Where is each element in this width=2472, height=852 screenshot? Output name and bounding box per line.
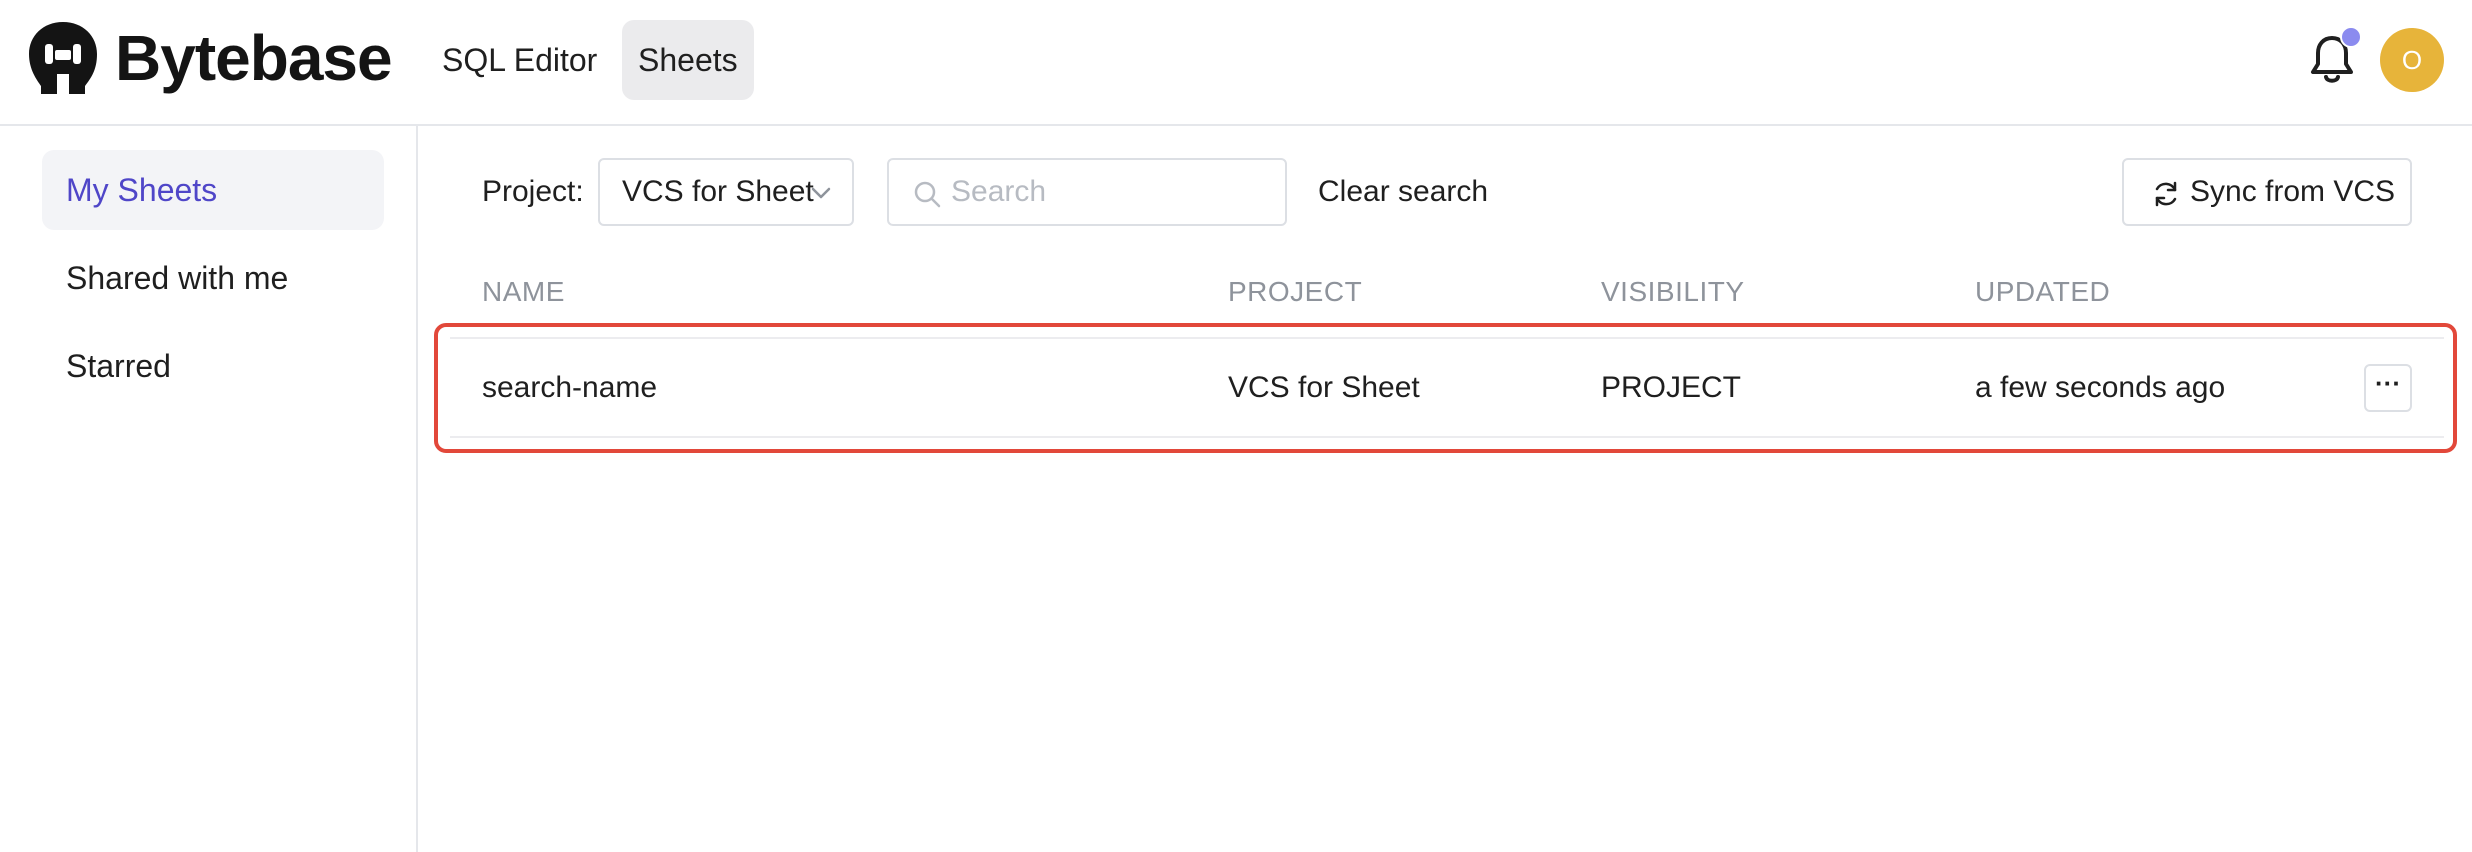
project-label: Project: xyxy=(482,175,584,208)
search-input[interactable] xyxy=(951,168,1271,216)
bytebase-logo-icon xyxy=(25,20,101,96)
sidebar-item-starred[interactable]: Starred xyxy=(42,326,384,406)
project-select-value: VCS for Sheet xyxy=(622,175,814,208)
row-project-cell: VCS for Sheet xyxy=(1228,371,1420,404)
column-header-visibility[interactable]: VISIBILITY xyxy=(1601,272,1745,312)
avatar[interactable]: O xyxy=(2380,28,2444,92)
search-icon xyxy=(914,181,941,208)
tab-sheets[interactable]: Sheets xyxy=(622,20,754,100)
search-field[interactable] xyxy=(887,158,1287,226)
top-bar: Bytebase SQL Editor Sheets O xyxy=(0,0,2472,126)
tab-sql-editor[interactable]: SQL Editor xyxy=(426,20,613,100)
column-header-updated[interactable]: UPDATED xyxy=(1975,272,2110,312)
brand-name: Bytebase xyxy=(115,22,393,94)
refresh-icon xyxy=(2155,181,2177,207)
clear-search-button[interactable]: Clear search xyxy=(1318,160,1488,224)
chevron-down-icon xyxy=(811,187,831,199)
project-select[interactable]: VCS for Sheet xyxy=(598,158,854,226)
sync-button-label: Sync from VCS xyxy=(2190,175,2396,208)
row-more-actions-button[interactable]: ··· xyxy=(2364,364,2412,412)
sidebar-item-my-sheets[interactable]: My Sheets xyxy=(42,150,384,230)
sidebar-item-shared-with-me[interactable]: Shared with me xyxy=(42,238,384,318)
sync-from-vcs-button[interactable]: Sync from VCS xyxy=(2122,158,2412,226)
brand-logo[interactable]: Bytebase xyxy=(25,20,393,96)
row-name-cell[interactable]: search-name xyxy=(482,366,657,410)
row-visibility-cell: PROJECT xyxy=(1601,371,1742,404)
column-header-project[interactable]: PROJECT xyxy=(1228,272,1362,312)
column-header-name[interactable]: NAME xyxy=(482,272,565,312)
sidebar: My Sheets Shared with me Starred xyxy=(0,126,418,852)
row-updated-cell: a few seconds ago xyxy=(1975,371,2226,404)
notification-badge xyxy=(2340,26,2362,48)
